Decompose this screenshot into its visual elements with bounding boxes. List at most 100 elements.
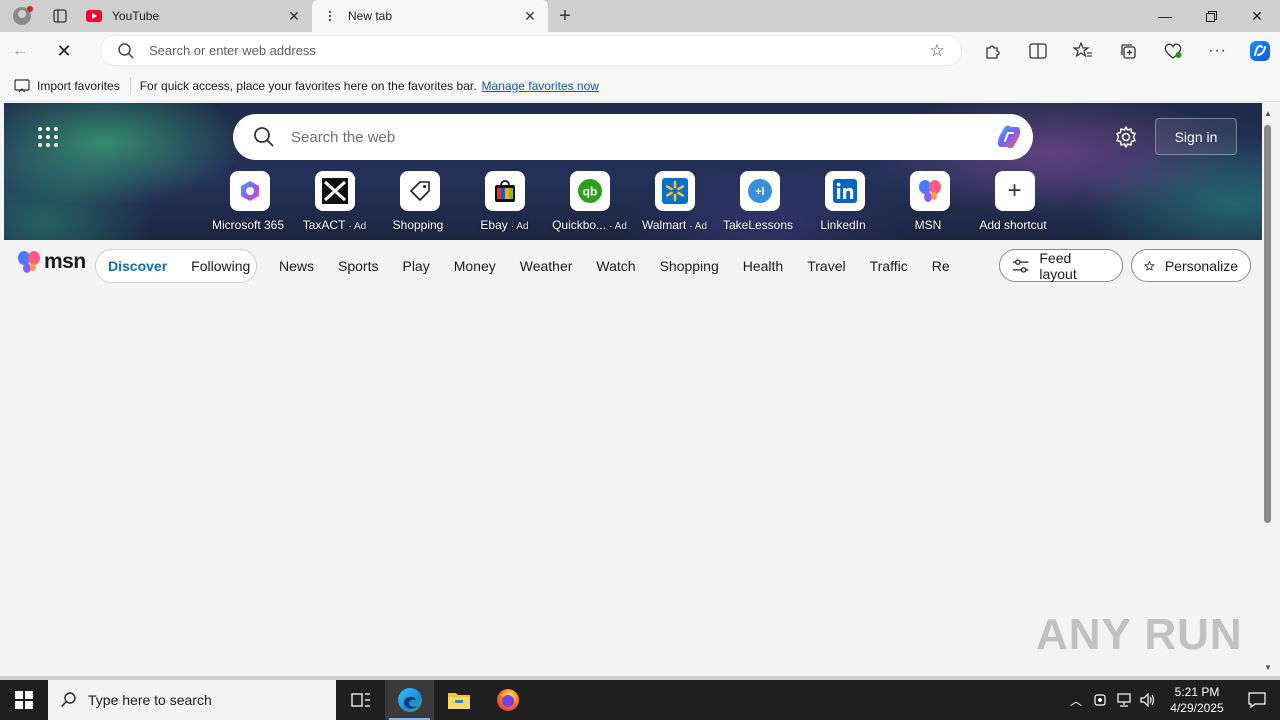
task-view-button[interactable] <box>336 680 385 720</box>
shortcut-quickbooks[interactable]: qb Quickbo... · Ad <box>547 171 632 232</box>
tray-device-icon <box>1094 694 1106 706</box>
taskbar-file-explorer[interactable] <box>434 680 483 720</box>
category-traffic[interactable]: Traffic <box>858 258 920 274</box>
shortcut-name: MSN <box>914 218 942 232</box>
shortcut-tile: +l <box>739 171 780 211</box>
grid-dot <box>38 127 42 131</box>
feed-layout-button[interactable]: Feed layout <box>999 249 1123 282</box>
shortcut-msn[interactable]: MSN <box>887 171 972 232</box>
tab-actions-button[interactable] <box>44 0 76 32</box>
shortcut-walmart[interactable]: Walmart · Ad <box>632 171 717 232</box>
stop-loading-button[interactable]: ✕ <box>44 35 84 67</box>
manage-favorites-link[interactable]: Manage favorites now <box>482 79 599 93</box>
tab-label: New tab <box>348 9 393 23</box>
close-tab-icon[interactable]: ✕ <box>286 8 302 24</box>
taskbar-edge[interactable] <box>385 680 434 720</box>
network-button[interactable] <box>1112 693 1136 707</box>
shortcut-name: Ebay <box>480 218 508 232</box>
collections-button[interactable] <box>1105 35 1150 67</box>
more-vertical-icon <box>322 8 338 24</box>
minimize-button[interactable]: — <box>1142 0 1188 32</box>
ad-label: · Ad <box>689 221 708 232</box>
category-watch[interactable]: Watch <box>584 258 647 274</box>
category-weather[interactable]: Weather <box>508 258 585 274</box>
taskbar-firefox[interactable] <box>483 680 532 720</box>
category-shopping[interactable]: Shopping <box>648 258 731 274</box>
shortcut-linkedin[interactable]: LinkedIn <box>802 171 887 232</box>
new-tab-hero: Sign in Microsoft 365 TaxACT· Ad Shoppin… <box>4 103 1262 240</box>
shortcut-shopping[interactable]: Shopping <box>377 171 462 232</box>
address-bar[interactable]: ☆ <box>100 35 962 66</box>
shortcut-microsoft-365[interactable]: Microsoft 365 <box>207 171 292 232</box>
settings-and-more-button[interactable]: ··· <box>1195 35 1240 67</box>
shortcut-name: TakeLessons <box>722 218 794 232</box>
tab-new-tab[interactable]: New tab ✕ <box>312 0 548 32</box>
grid-dot <box>46 143 50 147</box>
page-scrollbar[interactable]: ▲ ▼ <box>1262 103 1276 676</box>
start-button[interactable] <box>0 680 48 720</box>
scrollbar-thumb[interactable] <box>1264 125 1271 523</box>
category-money[interactable]: Money <box>442 258 508 274</box>
category-real-estate[interactable]: Real Estate <box>920 258 949 274</box>
tray-app-button[interactable] <box>1088 693 1112 707</box>
firefox-icon <box>496 689 519 711</box>
new-tab-button[interactable]: + <box>548 0 582 32</box>
category-health[interactable]: Health <box>731 258 795 274</box>
restore-button[interactable] <box>1188 0 1234 32</box>
title-bar: YouTube ✕ New tab ✕ + — ✕ <box>0 0 1280 32</box>
browser-essentials-button[interactable] <box>1150 35 1195 67</box>
back-button[interactable]: ← <box>0 35 40 67</box>
edge-icon <box>397 688 422 712</box>
category-sports[interactable]: Sports <box>326 258 390 274</box>
category-play[interactable]: Play <box>390 258 441 274</box>
profile-button[interactable] <box>0 0 44 32</box>
clock-date: 4/29/2025 <box>1170 701 1224 715</box>
scroll-up-icon[interactable]: ▲ <box>1264 109 1272 118</box>
show-hidden-icons-button[interactable]: ︿ <box>1064 692 1088 709</box>
gear-icon[interactable] <box>1114 125 1138 149</box>
close-window-button[interactable]: ✕ <box>1234 0 1280 32</box>
shortcut-taxact[interactable]: TaxACT · Ad <box>292 171 377 232</box>
taskbar-search-box[interactable] <box>48 680 336 720</box>
category-news[interactable]: News <box>267 258 326 274</box>
notifications-button[interactable] <box>1234 692 1280 708</box>
web-search-box[interactable] <box>233 114 1033 160</box>
clock-time: 5:21 PM <box>1174 685 1220 699</box>
svg-text:qb: qb <box>582 185 597 199</box>
import-favorites-button[interactable]: Import favorites <box>14 76 131 95</box>
taskbar-search-input[interactable] <box>88 692 336 708</box>
shortcut-add[interactable]: + Add shortcut <box>972 171 1057 232</box>
scroll-down-icon[interactable]: ▼ <box>1264 663 1272 672</box>
address-input[interactable] <box>149 43 927 58</box>
shortcut-name: Quickbo... <box>552 218 607 232</box>
copilot-icon[interactable] <box>993 121 1025 153</box>
volume-button[interactable] <box>1136 693 1160 707</box>
windows-logo-icon <box>15 691 33 709</box>
extensions-button[interactable] <box>970 35 1015 67</box>
copilot-button[interactable] <box>1240 35 1280 67</box>
ad-label: · Ad <box>510 221 529 232</box>
grid-dot <box>46 127 50 131</box>
app-launcher-button[interactable] <box>38 127 58 147</box>
tab-youtube[interactable]: YouTube ✕ <box>76 0 312 32</box>
close-tab-icon[interactable]: ✕ <box>522 8 538 24</box>
favorite-star-icon[interactable]: ☆ <box>927 41 947 61</box>
personalize-button[interactable]: Personalize <box>1131 249 1251 282</box>
personalize-label: Personalize <box>1164 257 1238 274</box>
shortcut-name: TaxACT <box>302 218 346 232</box>
msn-butterfly-icon <box>18 251 40 273</box>
split-screen-button[interactable] <box>1015 35 1060 67</box>
tab-actions-icon <box>53 9 67 23</box>
tab-discover[interactable]: Discover <box>96 258 179 274</box>
chevron-up-icon: ︿ <box>1069 693 1082 708</box>
category-travel[interactable]: Travel <box>795 258 857 274</box>
favorites-button[interactable] <box>1060 35 1105 67</box>
web-search-input[interactable] <box>291 128 993 146</box>
tab-following[interactable]: Following <box>179 258 262 274</box>
clock[interactable]: 5:21 PM 4/29/2025 <box>1160 684 1234 716</box>
shortcut-takelessons[interactable]: +l TakeLessons <box>717 171 802 232</box>
shortcut-ebay[interactable]: Ebay · Ad <box>462 171 547 232</box>
address-bar-row: ← ✕ ☆ ··· <box>0 32 1280 70</box>
msn-logo[interactable]: msn <box>16 250 86 274</box>
sign-in-button[interactable]: Sign in <box>1155 118 1237 155</box>
